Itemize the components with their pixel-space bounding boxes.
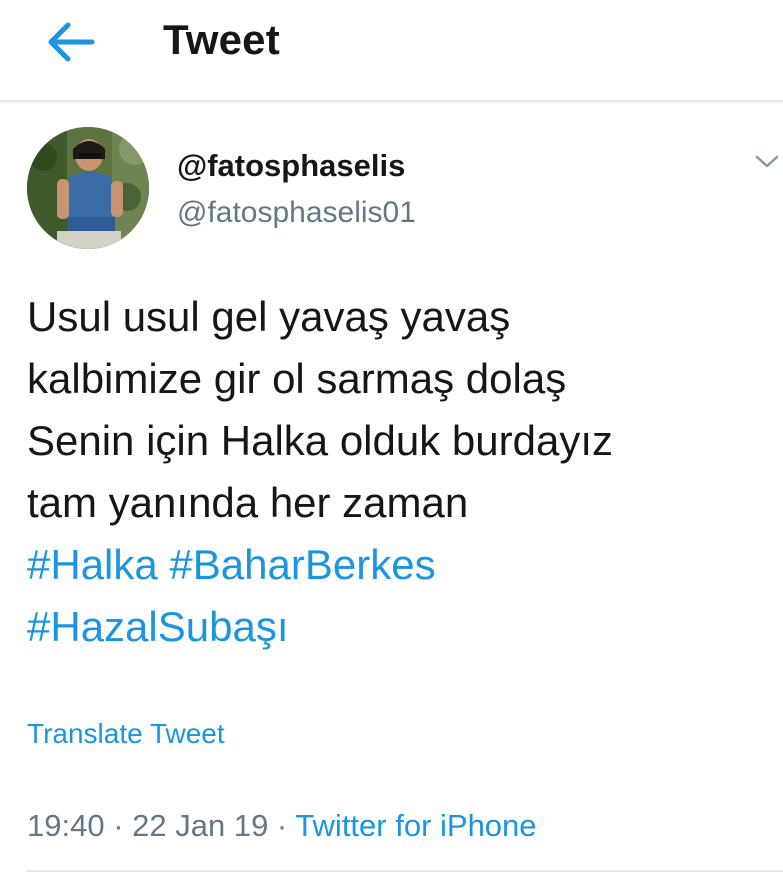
arrow-left-icon	[48, 22, 95, 62]
divider	[27, 870, 783, 872]
avatar-photo	[27, 127, 149, 249]
tweet-text-line: kalbimize gir ol sarmaş dolaş	[27, 355, 567, 402]
back-button[interactable]	[40, 14, 102, 70]
tweet-source-link[interactable]: Twitter for iPhone	[295, 808, 536, 843]
translate-tweet-link[interactable]: Translate Tweet	[27, 717, 225, 751]
hashtag-line: #Halka #BaharBerkes	[27, 534, 767, 596]
avatar[interactable]	[27, 127, 149, 249]
tweet-detail-screen: Tweet @fatosphaselis @fatosphaselis01 Us…	[0, 0, 783, 879]
tweet-menu-button[interactable]	[754, 146, 783, 178]
author-handle[interactable]: @fatosphaselis01	[177, 195, 416, 231]
author-display-name[interactable]: @fatosphaselis	[177, 148, 405, 184]
hashtag-baharberkes[interactable]: #BaharBerkes	[169, 541, 435, 588]
tweet-meta: 19:40 · 22 Jan 19 · Twitter for iPhone	[27, 807, 537, 845]
meta-separator: ·	[268, 808, 296, 843]
tweet-text-line: tam yanında her zaman	[27, 479, 469, 526]
hashtag-line: #HazalSubaşı	[27, 596, 767, 658]
tweet-date: 22 Jan 19	[132, 808, 269, 843]
hashtag-halka[interactable]: #Halka	[27, 541, 158, 588]
top-app-bar: Tweet	[0, 0, 783, 102]
chevron-down-icon	[755, 155, 779, 168]
tweet-text-line: Senin için Halka olduk burdayız	[27, 417, 613, 464]
tweet-text: Usul usul gel yavaş yavaş kalbimize gir …	[27, 286, 767, 658]
hashtag-hazalsubasi[interactable]: #HazalSubaşı	[27, 603, 289, 650]
meta-separator: ·	[104, 808, 133, 843]
tweet-text-line: Usul usul gel yavaş yavaş	[27, 293, 511, 340]
page-title: Tweet	[163, 16, 280, 63]
tweet-time: 19:40	[27, 808, 105, 843]
